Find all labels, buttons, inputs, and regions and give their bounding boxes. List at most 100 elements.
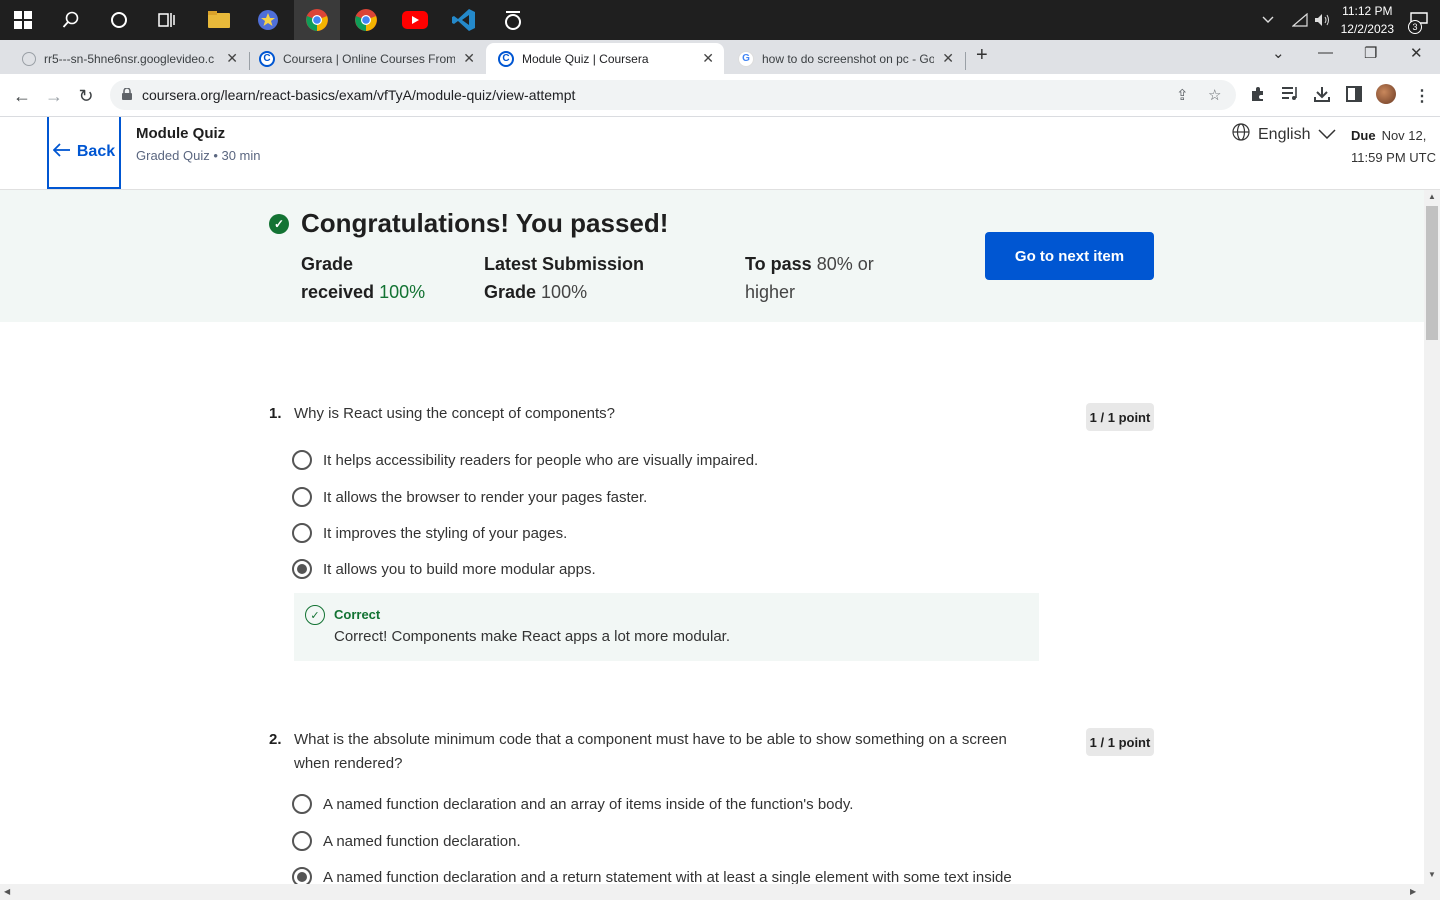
feedback-box: ✓ Correct Correct! Components make React…	[294, 593, 1039, 661]
chrome-icon[interactable]	[294, 0, 340, 40]
language-label: English	[1258, 125, 1311, 143]
url-text: coursera.org/learn/react-basics/exam/vfT…	[142, 87, 576, 103]
vertical-scrollbar[interactable]: ▲ ▼	[1424, 190, 1440, 884]
back-arrow-icon[interactable]: ←	[8, 82, 36, 110]
task-view-icon[interactable]	[144, 0, 190, 40]
option-label: A named function declaration and an arra…	[323, 795, 854, 813]
tab-search-chevron-icon[interactable]: ⌄	[1272, 44, 1285, 62]
pass-value: 80% or	[816, 254, 874, 274]
media-control-icon[interactable]	[1282, 86, 1298, 105]
download-icon[interactable]	[1314, 86, 1330, 107]
answer-option[interactable]: It helps accessibility readers for peopl…	[292, 449, 758, 471]
grade-label: Grade	[301, 254, 354, 274]
radio-button[interactable]	[292, 794, 312, 814]
due-date-line2: 11:59 PM UTC	[1351, 150, 1437, 165]
extensions-puzzle-icon[interactable]	[1250, 86, 1266, 107]
language-selector[interactable]: English	[1232, 123, 1337, 146]
go-to-next-item-button[interactable]: Go to next item	[985, 232, 1154, 280]
latest-submission-grade: Latest Submission Grade 100%	[484, 250, 644, 306]
close-icon[interactable]: ✕	[226, 50, 238, 67]
coursera-icon: C	[259, 50, 275, 67]
result-banner	[0, 190, 1424, 322]
address-bar[interactable]: coursera.org/learn/react-basics/exam/vfT…	[110, 80, 1236, 110]
answer-option[interactable]: It allows the browser to render your pag…	[292, 486, 647, 508]
check-circle-icon: ✓	[305, 605, 325, 625]
close-icon[interactable]: ✕	[942, 50, 954, 67]
browser-tab-active[interactable]: C Module Quiz | Coursera ✕	[486, 43, 724, 74]
youtube-icon[interactable]	[392, 0, 438, 40]
windows-taskbar: 11:12 PM 12/2/2023 3	[0, 0, 1440, 40]
answer-option[interactable]: A named function declaration.	[292, 830, 521, 852]
quiz-header: Back Module Quiz Graded Quiz • 30 min En…	[0, 117, 1440, 190]
page-title: Module Quiz	[136, 125, 226, 142]
radio-button-selected[interactable]	[292, 559, 312, 579]
more-menu-icon[interactable]: ⋮	[1414, 86, 1430, 106]
window-close-icon[interactable]: ✕	[1410, 44, 1423, 62]
chrome-icon[interactable]	[343, 0, 389, 40]
scroll-right-icon[interactable]: ▶	[1410, 887, 1416, 896]
close-icon[interactable]: ✕	[702, 50, 714, 67]
radio-button[interactable]	[292, 831, 312, 851]
cortana-icon[interactable]	[96, 0, 142, 40]
radio-button[interactable]	[292, 450, 312, 470]
chevron-up-icon[interactable]	[1257, 0, 1279, 40]
volume-icon[interactable]	[1311, 0, 1333, 40]
latest-label: Latest Submission	[484, 254, 645, 274]
question-number: 1.	[269, 405, 282, 422]
tab-title: rr5---sn-5hne6nsr.googlevideo.c	[44, 51, 215, 66]
side-panel-icon[interactable]	[1346, 86, 1362, 107]
new-tab-plus-icon[interactable]: +	[976, 44, 988, 67]
coursera-icon: C	[498, 50, 514, 67]
close-icon[interactable]: ✕	[463, 50, 475, 67]
back-label: Back	[76, 143, 116, 160]
option-label: It helps accessibility readers for peopl…	[323, 451, 759, 469]
app-icon[interactable]	[245, 0, 291, 40]
vscode-icon[interactable]	[441, 0, 487, 40]
check-circle-icon: ✓	[269, 214, 289, 234]
globe-icon	[22, 51, 36, 66]
pass-threshold: To pass 80% or higher	[745, 250, 874, 306]
points-badge: 1 / 1 point	[1086, 728, 1154, 756]
pass-label: To pass	[745, 254, 812, 274]
bookmark-star-icon[interactable]: ☆	[1208, 86, 1221, 104]
question-text: Why is React using the concept of compon…	[294, 405, 616, 422]
latest-label-2: Grade	[484, 282, 537, 302]
forward-arrow-icon[interactable]: →	[40, 82, 68, 110]
question-number: 2.	[269, 731, 282, 748]
option-label: It allows the browser to render your pag…	[323, 488, 648, 506]
scrollbar-thumb[interactable]	[1426, 206, 1438, 340]
file-explorer-icon[interactable]	[196, 0, 242, 40]
system-clock[interactable]: 11:12 PM 12/2/2023	[1341, 2, 1394, 38]
radio-button[interactable]	[292, 523, 312, 543]
feedback-label: Correct	[334, 607, 381, 622]
back-button[interactable]: Back	[47, 117, 121, 189]
browser-tab[interactable]: rr5---sn-5hne6nsr.googlevideo.c ✕	[10, 43, 248, 74]
tab-title: how to do screenshot on pc - Go	[762, 51, 935, 66]
app-icon[interactable]	[490, 0, 536, 40]
windows-start-icon[interactable]	[0, 0, 46, 40]
restore-icon[interactable]: ❐	[1364, 44, 1377, 62]
answer-option-selected[interactable]: It allows you to build more modular apps…	[292, 558, 596, 580]
browser-tab[interactable]: C Coursera | Online Courses From ✕	[247, 43, 485, 74]
wifi-icon[interactable]	[1289, 0, 1311, 40]
globe-icon	[1232, 123, 1250, 146]
answer-option[interactable]: A named function declaration and an arra…	[292, 793, 853, 815]
scroll-left-icon[interactable]: ◀	[4, 887, 10, 896]
option-label: A named function declaration.	[323, 832, 521, 850]
profile-avatar[interactable]	[1376, 84, 1396, 104]
share-icon[interactable]: ⇪	[1176, 86, 1189, 104]
tab-title: Module Quiz | Coursera	[522, 51, 649, 66]
tab-title: Coursera | Online Courses From	[283, 51, 456, 66]
search-icon[interactable]	[48, 0, 94, 40]
answer-option[interactable]: It improves the styling of your pages.	[292, 522, 567, 544]
radio-button[interactable]	[292, 487, 312, 507]
scroll-up-icon[interactable]: ▲	[1428, 192, 1436, 201]
lock-icon[interactable]	[122, 86, 132, 103]
scroll-down-icon[interactable]: ▼	[1428, 870, 1436, 879]
minimize-icon[interactable]: —	[1318, 44, 1333, 61]
clock-date: 12/2/2023	[1340, 22, 1394, 36]
browser-tab[interactable]: G how to do screenshot on pc - Go ✕	[726, 43, 964, 74]
question-text: What is the absolute minimum code that a…	[294, 731, 1007, 772]
reload-icon[interactable]: ↻	[72, 82, 100, 110]
horizontal-scrollbar[interactable]: ◀ ▶	[0, 884, 1440, 900]
